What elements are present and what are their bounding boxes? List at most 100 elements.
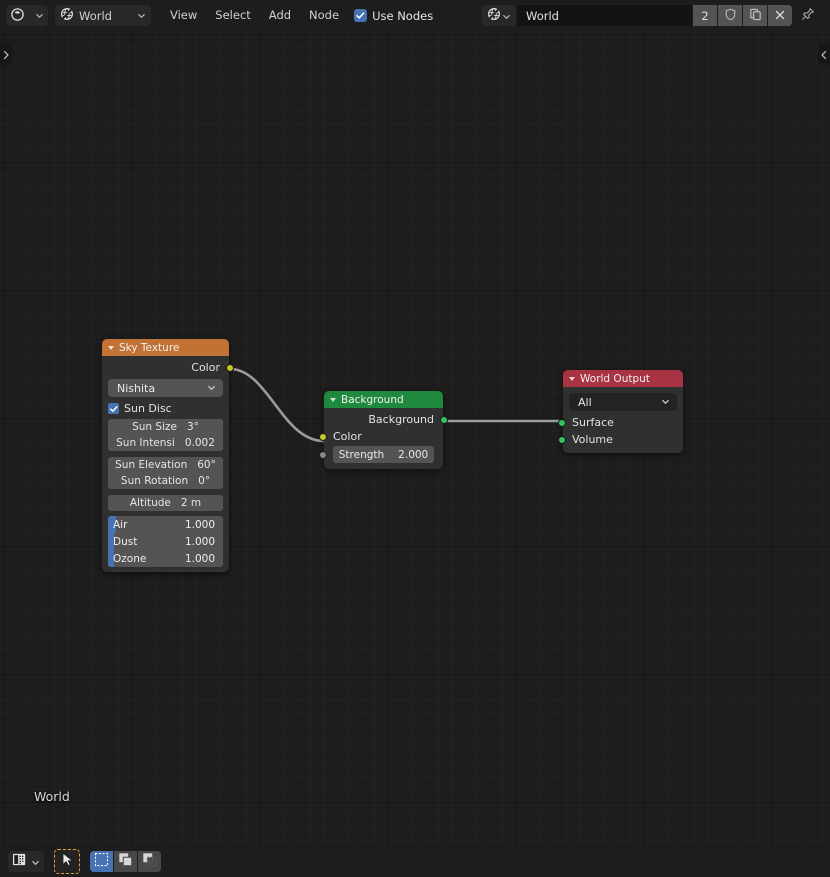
new-world-button[interactable]	[743, 5, 767, 26]
world-users-count[interactable]: 2	[693, 5, 717, 26]
field-value: 0°	[198, 475, 211, 487]
socket-row-color-output: Color	[102, 359, 234, 376]
world-browse-icon	[487, 6, 501, 25]
node-sky-texture[interactable]: Sky Texture Color Nishita Sun Disc Sun S…	[102, 339, 234, 572]
slider-value: 1.000	[184, 535, 215, 548]
world-datablock-selector: World 2	[482, 5, 820, 26]
slider-dust[interactable]: Dust 1.000	[108, 533, 223, 550]
field-label: Altitude	[129, 497, 171, 509]
field-value: 0.002	[184, 437, 215, 449]
canvas-overlay-label: World	[34, 789, 70, 804]
tweak-tool-button[interactable]	[54, 849, 80, 874]
field-value: 60°	[197, 459, 216, 471]
node-title: Sky Texture	[119, 341, 180, 354]
slider-label: Air	[113, 518, 128, 531]
socket-volume-input[interactable]	[558, 435, 566, 444]
field-sun-elevation[interactable]: Sun Elevation 60°	[108, 457, 223, 473]
node-body-sky-texture: Color Nishita Sun Disc Sun Size 3° Sun I…	[102, 356, 234, 572]
chevron-left-icon	[820, 45, 828, 64]
select-mode-subtract[interactable]	[138, 851, 161, 872]
node-body-background: Background Color Strength 2.000	[319, 408, 448, 469]
checkbox-checked-icon	[108, 403, 119, 414]
select-mode-set[interactable]	[90, 851, 113, 872]
socket-strength-input[interactable]	[319, 451, 327, 459]
node-title: Background	[341, 393, 404, 406]
close-icon	[774, 6, 786, 25]
shader-editor-icon	[10, 7, 25, 25]
node-header-background[interactable]: Background	[324, 391, 443, 408]
socket-color-output[interactable]	[226, 363, 234, 372]
node-background[interactable]: Background Background Color Strength 2.0…	[319, 391, 448, 469]
snap-node-icon	[12, 852, 29, 871]
slider-label: Dust	[113, 535, 138, 548]
pin-icon	[801, 6, 815, 25]
field-label: Sun Intensi	[116, 437, 175, 449]
chevron-down-icon	[207, 382, 216, 395]
slider-ozone[interactable]: Ozone 1.000	[108, 550, 223, 567]
field-label: Sun Elevation	[115, 459, 188, 471]
menu-view[interactable]: View	[161, 5, 206, 26]
field-sun-intensity[interactable]: Sun Intensi 0.002	[108, 435, 223, 451]
socket-row-color-input: Color	[319, 428, 443, 445]
shader-type-selector[interactable]: World	[55, 5, 151, 26]
snap-settings-button[interactable]	[8, 851, 44, 872]
use-nodes-label: Use Nodes	[372, 8, 434, 23]
field-strength[interactable]: Strength 2.000	[333, 446, 434, 463]
field-label: Sun Rotation	[120, 475, 189, 487]
output-target-value: All	[578, 395, 592, 409]
menu-add[interactable]: Add	[260, 5, 300, 26]
sun-disc-checkbox[interactable]: Sun Disc	[108, 400, 223, 417]
world-icon	[60, 7, 74, 24]
node-header-sky-texture[interactable]: Sky Texture	[102, 339, 229, 356]
pin-id-button[interactable]	[796, 5, 820, 26]
toolbar-toggle-left[interactable]	[0, 43, 12, 65]
field-sun-rotation[interactable]: Sun Rotation 0°	[108, 473, 223, 489]
world-name-field[interactable]: World	[517, 5, 692, 26]
shield-icon	[724, 6, 737, 25]
unlink-world-button[interactable]	[768, 5, 792, 26]
output-target-dropdown[interactable]: All	[569, 393, 677, 411]
menu-select[interactable]: Select	[206, 5, 259, 26]
duplicate-icon	[749, 6, 762, 25]
field-sun-size[interactable]: Sun Size 3°	[108, 419, 223, 435]
field-gap	[102, 490, 229, 494]
slider-air[interactable]: Air 1.000	[108, 516, 223, 533]
field-label: Sun Size	[132, 421, 177, 433]
triangle-down-icon[interactable]	[108, 345, 114, 350]
editor-type-selector[interactable]	[6, 5, 48, 26]
shader-type-label: World	[79, 8, 112, 23]
triangle-down-icon[interactable]	[569, 376, 575, 381]
select-box-icon	[94, 852, 109, 871]
sky-type-dropdown[interactable]: Nishita	[108, 379, 223, 397]
select-mode-group	[90, 851, 161, 872]
slider-value: 1.000	[184, 518, 215, 531]
socket-label-color: Color	[191, 361, 220, 374]
sun-disc-label: Sun Disc	[124, 402, 172, 415]
node-world-output[interactable]: World Output All Surface Volume	[558, 370, 683, 453]
field-altitude[interactable]: Altitude 2 m	[108, 495, 223, 511]
browse-world-button[interactable]	[482, 5, 516, 26]
slider-value: 1.000	[184, 552, 215, 565]
chevron-down-icon	[31, 852, 40, 871]
socket-color-input[interactable]	[319, 432, 327, 441]
socket-background-output[interactable]	[440, 415, 448, 424]
sidebar-toggle-right[interactable]	[818, 43, 830, 65]
field-value: 2.000	[398, 448, 429, 461]
chevron-down-icon	[137, 9, 146, 23]
socket-label-surface: Surface	[572, 416, 614, 429]
use-nodes-toggle[interactable]: Use Nodes	[354, 9, 433, 23]
socket-row-background-output: Background	[324, 411, 448, 428]
select-mode-extend[interactable]	[114, 851, 137, 872]
chevron-down-icon	[35, 9, 44, 23]
node-canvas[interactable]: Sky Texture Color Nishita Sun Disc Sun S…	[0, 31, 830, 846]
menu-node[interactable]: Node	[300, 5, 348, 26]
fake-user-button[interactable]	[718, 5, 742, 26]
editor-header: World View Select Add Node Use Nodes Wor…	[0, 0, 830, 31]
node-header-world-output[interactable]: World Output	[563, 370, 683, 387]
socket-label-volume: Volume	[572, 433, 613, 446]
field-label: Strength	[338, 448, 385, 461]
blender-shader-editor: World View Select Add Node Use Nodes Wor…	[0, 0, 830, 877]
checkbox-checked-icon	[354, 9, 368, 22]
socket-surface-input[interactable]	[558, 418, 566, 427]
triangle-down-icon[interactable]	[330, 397, 336, 402]
